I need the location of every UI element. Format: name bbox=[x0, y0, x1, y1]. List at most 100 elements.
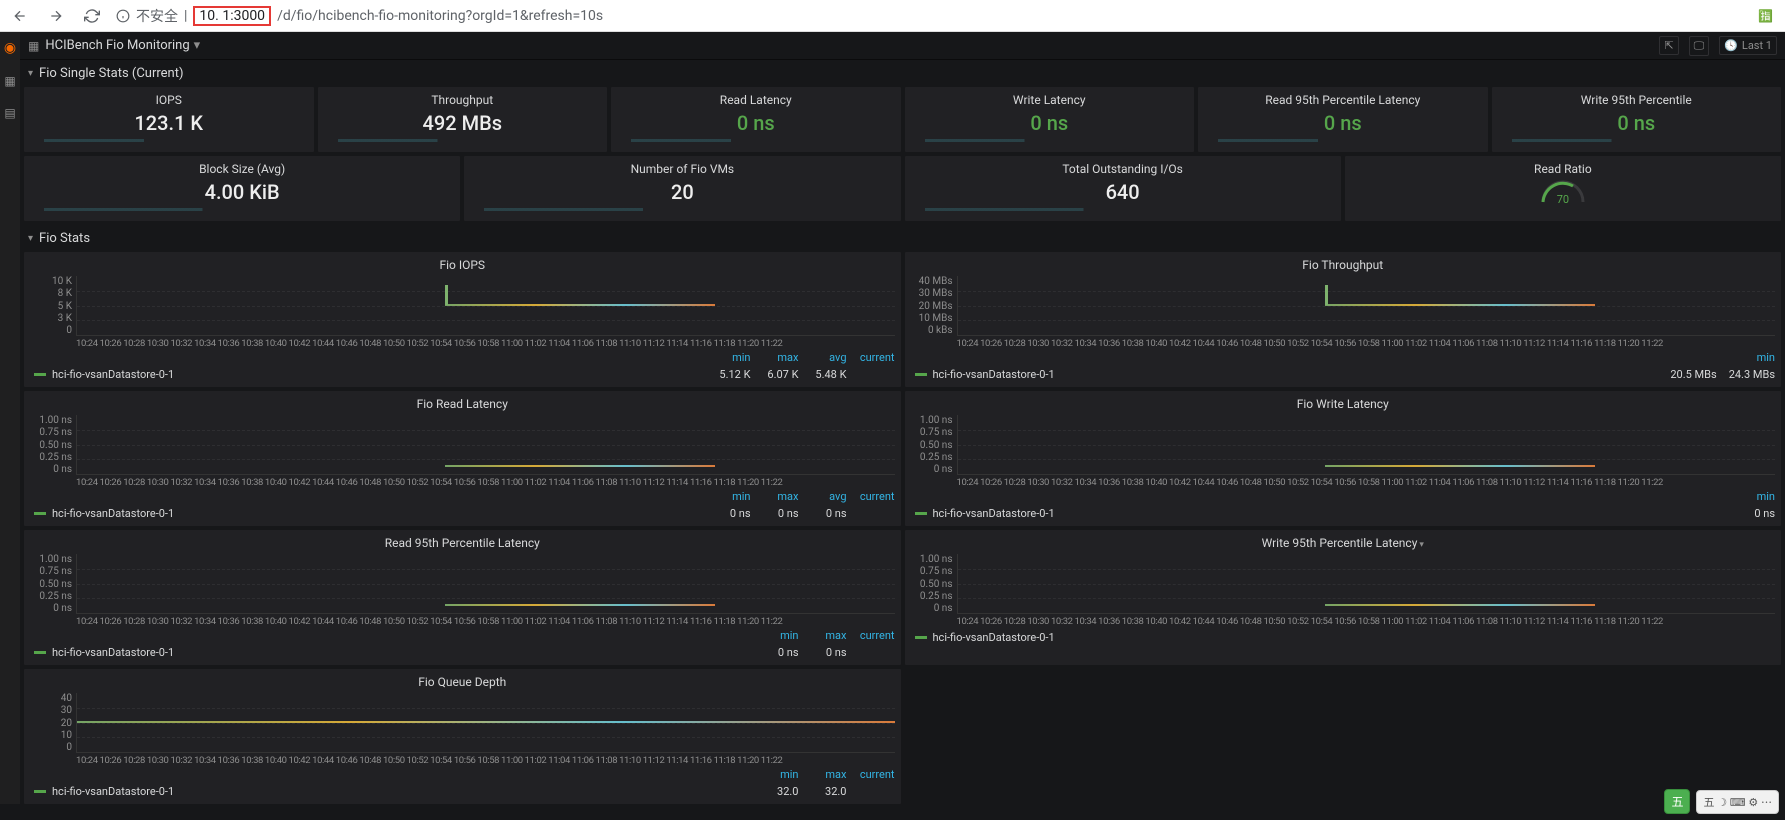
legend-header: minmaxcurrent bbox=[30, 627, 895, 642]
sparkline bbox=[925, 208, 1321, 211]
legend-header: minmaxavgcurrent bbox=[30, 488, 895, 503]
panel-title[interactable]: Fio Queue Depth bbox=[30, 673, 895, 693]
plot-area[interactable] bbox=[957, 415, 1776, 475]
chart-panel[interactable]: Read 95th Percentile Latency 1.00 ns0.75… bbox=[24, 530, 901, 665]
plot-area[interactable] bbox=[957, 276, 1776, 336]
legend-series: hci-fio-vsanDatastore-0-1 bbox=[52, 646, 751, 659]
row-single-stats[interactable]: ▾ Fio Single Stats (Current) bbox=[20, 60, 1785, 87]
dashboard-topbar: ▦ HCIBench Fio Monitoring▾ ⇱ 🖵 🕓 Last 1 bbox=[20, 32, 1785, 60]
legend-header: min bbox=[911, 349, 1776, 364]
sparkline bbox=[484, 208, 880, 211]
legend-row[interactable]: hci-fio-vsanDatastore-0-1 0 ns0 ns bbox=[30, 642, 895, 659]
forward-button[interactable] bbox=[44, 4, 68, 28]
plot-area[interactable] bbox=[957, 554, 1776, 614]
legend-header: minmaxcurrent bbox=[30, 766, 895, 781]
legend-value: 0 ns bbox=[763, 646, 799, 659]
x-axis: 10:24 10:26 10:28 10:30 10:32 10:34 10:3… bbox=[30, 336, 895, 349]
stat-panel[interactable]: Throughput 492 MBs bbox=[318, 87, 608, 152]
row-fio-stats[interactable]: ▾ Fio Stats bbox=[20, 225, 1785, 252]
y-axis: 1.00 ns0.75 ns0.50 ns0.25 ns0 ns bbox=[30, 554, 76, 614]
chart-trace bbox=[1325, 604, 1595, 606]
legend-swatch bbox=[34, 790, 46, 793]
dashboards-icon[interactable]: ▦ bbox=[4, 74, 15, 88]
stat-value: 0 ns bbox=[611, 111, 901, 135]
chart-panel[interactable]: Fio Throughput 40 MBs30 MBs20 MBs10 MBs0… bbox=[905, 252, 1782, 387]
stat-panel[interactable]: Read Ratio 70 bbox=[1345, 156, 1781, 221]
stat-title: Read 95th Percentile Latency bbox=[1198, 93, 1488, 107]
legend-header: minmaxavgcurrent bbox=[30, 349, 895, 364]
chart-panel[interactable]: Fio IOPS 10 K8 K5 K3 K0 10:24 10:26 10:2… bbox=[24, 252, 901, 387]
tv-mode-button[interactable]: 🖵 bbox=[1689, 36, 1710, 56]
sparkline bbox=[925, 139, 1175, 142]
x-axis: 10:24 10:26 10:28 10:30 10:32 10:34 10:3… bbox=[911, 614, 1776, 627]
legend-series: hci-fio-vsanDatastore-0-1 bbox=[52, 507, 703, 520]
stat-panel[interactable]: IOPS 123.1 K bbox=[24, 87, 314, 152]
legend-row[interactable]: hci-fio-vsanDatastore-0-1 32.032.0 bbox=[30, 781, 895, 798]
legend-value: 24.3 MBs bbox=[1729, 368, 1775, 381]
plot-area[interactable] bbox=[76, 554, 895, 614]
legend-series: hci-fio-vsanDatastore-0-1 bbox=[933, 507, 1728, 520]
chart-trace bbox=[1325, 465, 1595, 467]
stat-panel[interactable]: Write 95th Percentile 0 ns bbox=[1492, 87, 1782, 152]
legend-swatch bbox=[34, 651, 46, 654]
apps-icon[interactable]: ▤ bbox=[4, 106, 15, 120]
stat-panel[interactable]: Total Outstanding I/Os 640 bbox=[905, 156, 1341, 221]
legend-swatch bbox=[915, 512, 927, 515]
chevron-down-icon: ▾ bbox=[194, 38, 201, 53]
legend-swatch bbox=[34, 373, 46, 376]
stat-panel[interactable]: Read Latency 0 ns bbox=[611, 87, 901, 152]
legend-row[interactable]: hci-fio-vsanDatastore-0-1 0 ns bbox=[911, 503, 1776, 520]
stat-value: 0 ns bbox=[905, 111, 1195, 135]
chart-panel[interactable]: Fio Queue Depth 403020100 10:24 10:26 10… bbox=[24, 669, 901, 804]
dashboard-icon: ▦ bbox=[28, 39, 39, 53]
grafana-logo-icon[interactable]: ◉ bbox=[4, 40, 16, 56]
legend-row[interactable]: hci-fio-vsanDatastore-0-1 bbox=[911, 627, 1776, 644]
translate-icon[interactable]: 🈯 bbox=[1754, 5, 1777, 27]
system-tray[interactable]: 五 ☽ ⌨ ⚙ ⋯ bbox=[1696, 790, 1779, 814]
panel-title[interactable]: Fio Read Latency bbox=[30, 395, 895, 415]
reload-button[interactable] bbox=[80, 4, 104, 28]
panel-title[interactable]: Fio IOPS bbox=[30, 256, 895, 276]
stat-panel[interactable]: Block Size (Avg) 4.00 KiB bbox=[24, 156, 460, 221]
legend-value: 5.48 K bbox=[811, 368, 847, 381]
y-axis: 403020100 bbox=[30, 693, 76, 753]
chart-panel[interactable]: Fio Read Latency 1.00 ns0.75 ns0.50 ns0.… bbox=[24, 391, 901, 526]
legend-row[interactable]: hci-fio-vsanDatastore-0-1 0 ns0 ns0 ns bbox=[30, 503, 895, 520]
stat-title: Write Latency bbox=[905, 93, 1195, 107]
x-axis: 10:24 10:26 10:28 10:30 10:32 10:34 10:3… bbox=[30, 614, 895, 627]
plot-area[interactable] bbox=[76, 415, 895, 475]
stat-panel[interactable]: Number of Fio VMs 20 bbox=[464, 156, 900, 221]
back-button[interactable] bbox=[8, 4, 32, 28]
ime-badge[interactable]: 五 bbox=[1664, 789, 1690, 814]
stat-panel[interactable]: Write Latency 0 ns bbox=[905, 87, 1195, 152]
legend-value: 0 ns bbox=[1739, 507, 1775, 520]
legend-row[interactable]: hci-fio-vsanDatastore-0-1 5.12 K6.07 K5.… bbox=[30, 364, 895, 381]
x-axis: 10:24 10:26 10:28 10:30 10:32 10:34 10:3… bbox=[911, 336, 1776, 349]
share-button[interactable]: ⇱ bbox=[1659, 36, 1678, 55]
chart-trace bbox=[445, 304, 715, 306]
panel-title[interactable]: Write 95th Percentile Latency▾ bbox=[911, 534, 1776, 554]
row-title: Fio Stats bbox=[39, 231, 90, 246]
stat-panel[interactable]: Read 95th Percentile Latency 0 ns bbox=[1198, 87, 1488, 152]
plot-area[interactable] bbox=[76, 276, 895, 336]
legend-value: 32.0 bbox=[811, 785, 847, 798]
dashboard-title[interactable]: HCIBench Fio Monitoring▾ bbox=[45, 38, 200, 53]
chart-panel[interactable]: Fio Write Latency 1.00 ns0.75 ns0.50 ns0… bbox=[905, 391, 1782, 526]
stat-title: Read Ratio bbox=[1345, 162, 1781, 176]
legend-series: hci-fio-vsanDatastore-0-1 bbox=[52, 368, 703, 381]
stat-title: IOPS bbox=[24, 93, 314, 107]
panel-title[interactable]: Read 95th Percentile Latency bbox=[30, 534, 895, 554]
legend-row[interactable]: hci-fio-vsanDatastore-0-1 20.5 MBs24.3 M… bbox=[911, 364, 1776, 381]
sparkline bbox=[44, 139, 294, 142]
plot-area[interactable] bbox=[76, 693, 895, 753]
stat-title: Block Size (Avg) bbox=[24, 162, 460, 176]
chart-panel[interactable]: Write 95th Percentile Latency▾ 1.00 ns0.… bbox=[905, 530, 1782, 665]
panel-title[interactable]: Fio Throughput bbox=[911, 256, 1776, 276]
chevron-down-icon: ▾ bbox=[28, 233, 33, 244]
x-axis: 10:24 10:26 10:28 10:30 10:32 10:34 10:3… bbox=[30, 753, 895, 766]
panel-title[interactable]: Fio Write Latency bbox=[911, 395, 1776, 415]
address-bar[interactable]: 不安全 | 10. 1:3000/d/fio/hcibench-fio-moni… bbox=[116, 6, 1742, 26]
legend-swatch bbox=[915, 636, 927, 639]
legend-series: hci-fio-vsanDatastore-0-1 bbox=[933, 368, 1659, 381]
time-picker-button[interactable]: 🕓 Last 1 bbox=[1719, 36, 1777, 55]
